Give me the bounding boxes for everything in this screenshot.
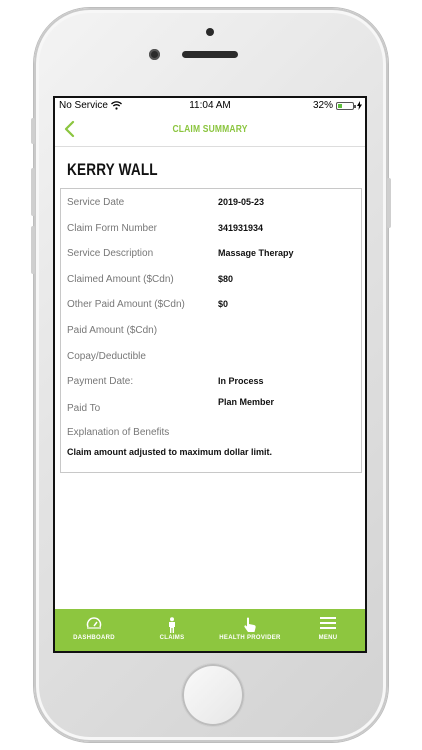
person-icon <box>169 617 175 633</box>
detail-label: Paid Amount ($Cdn) <box>67 325 158 336</box>
hamburger-menu-icon <box>320 617 336 629</box>
detail-value: In Process <box>218 376 264 386</box>
tab-bar: DASHBOARD CLAIMS HEALTH PROVIDER MENU <box>55 609 365 651</box>
phone-side-button <box>31 168 35 216</box>
front-camera <box>149 49 160 60</box>
charging-icon <box>357 101 362 110</box>
detail-value: $80 <box>218 274 234 284</box>
phone-side-button <box>31 226 35 274</box>
tab-claims[interactable]: CLAIMS <box>133 609 211 651</box>
detail-label: Explanation of Benefits <box>67 427 170 438</box>
detail-value: Plan Member <box>218 397 275 407</box>
tab-menu[interactable]: MENU <box>289 609 365 651</box>
tab-health-provider[interactable]: HEALTH PROVIDER <box>211 609 289 651</box>
proximity-sensor <box>206 28 214 36</box>
battery-icon <box>336 101 356 110</box>
page-title: CLAIM SUMMARY <box>172 124 248 135</box>
detail-label: Payment Date: <box>67 376 134 387</box>
claim-details-card: Service Date 2019-05-23 Claim Form Numbe… <box>60 188 362 473</box>
detail-label: Copay/Deductible <box>67 351 146 362</box>
earpiece-speaker <box>182 51 238 58</box>
phone-side-button <box>31 118 35 144</box>
home-button[interactable] <box>182 664 244 726</box>
phone-side-button <box>387 178 391 228</box>
battery-percent: 32% <box>312 100 333 111</box>
tab-dashboard[interactable]: DASHBOARD <box>55 609 133 651</box>
detail-label: Claim Form Number <box>67 223 158 234</box>
detail-value: $0 <box>218 299 229 309</box>
detail-value: 341931934 <box>218 223 264 233</box>
tab-label: CLAIMS <box>159 635 185 641</box>
explanation-text: Claim amount adjusted to maximum dollar … <box>67 447 273 457</box>
detail-value: Massage Therapy <box>218 248 294 258</box>
detail-label: Other Paid Amount ($Cdn) <box>67 299 185 310</box>
chevron-left-icon <box>64 120 75 138</box>
status-bar: No Service 11:04 AM 32% <box>55 98 365 114</box>
gauge-icon <box>86 617 102 629</box>
tab-label: HEALTH PROVIDER <box>219 635 281 641</box>
tab-label: MENU <box>318 635 338 641</box>
detail-label: Service Description <box>67 248 154 259</box>
detail-value: 2019-05-23 <box>218 197 265 207</box>
nav-bar: CLAIM SUMMARY <box>55 114 365 147</box>
detail-label: Paid To <box>67 403 101 414</box>
tab-label: DASHBOARD <box>73 635 115 641</box>
hand-pointer-icon <box>244 617 256 632</box>
member-name: KERRY WALL <box>67 160 158 179</box>
app-screen: No Service 11:04 AM 32% CLAIM SUMMARY KE… <box>53 96 367 653</box>
detail-label: Claimed Amount ($Cdn) <box>67 274 174 285</box>
detail-label: Service Date <box>67 197 125 208</box>
